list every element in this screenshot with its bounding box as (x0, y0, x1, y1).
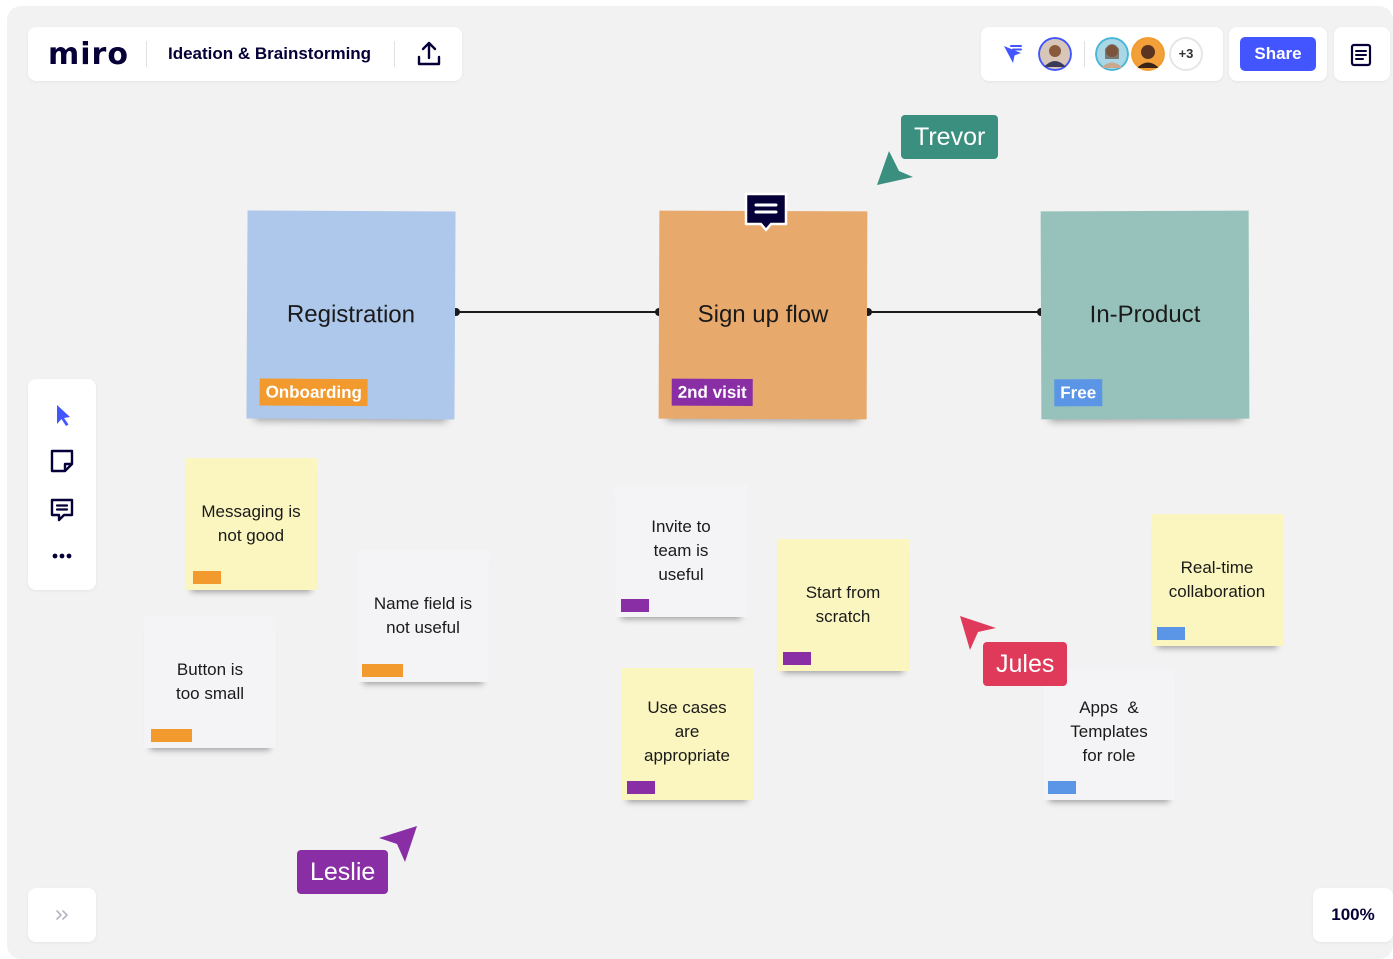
more-collaborators-count[interactable]: +3 (1169, 37, 1203, 71)
cursor-label-leslie: Leslie (297, 850, 389, 894)
sticky-line: Invite to (651, 517, 711, 536)
share-panel: Share (1229, 27, 1327, 81)
sticky-line: not good (217, 526, 285, 545)
sticky-text: Button is too small (150, 658, 270, 706)
sticky-note[interactable]: Messaging is not good (185, 458, 317, 590)
sticky-tag-chip[interactable] (627, 781, 655, 794)
board-title[interactable]: Ideation & Brainstorming (168, 44, 371, 64)
notes-icon[interactable] (1350, 43, 1372, 67)
stage-title: In-Product (1089, 300, 1201, 329)
stage-title: Sign up flow (697, 300, 829, 329)
sticky-note[interactable]: Use cases are appropriate (621, 668, 753, 800)
tag-2nd-visit[interactable]: 2nd visit (671, 378, 753, 406)
sticky-tag-chip[interactable] (1157, 627, 1185, 640)
sticky-line: not useful (386, 618, 460, 637)
avatar[interactable] (1095, 37, 1129, 71)
sticky-text: Use cases are appropriate (627, 696, 747, 768)
cursor-label-trevor: Trevor (901, 115, 999, 159)
sticky-text: Name field is not useful (363, 592, 483, 640)
sticky-text: Apps & Templates for role (1049, 696, 1169, 768)
left-toolbar (28, 379, 96, 590)
divider (146, 41, 147, 67)
share-button[interactable]: Share (1240, 37, 1316, 71)
sticky-text: Invite to team is useful (621, 515, 741, 587)
sticky-tag-chip[interactable] (151, 729, 192, 742)
notes-panel (1334, 27, 1390, 81)
sticky-text: Start from scratch (783, 581, 903, 629)
sticky-line: collaboration (1168, 582, 1266, 601)
follow-icon[interactable] (1001, 43, 1023, 65)
sticky-line: Start from (805, 583, 881, 602)
more-icon[interactable] (47, 541, 77, 571)
sticky-note[interactable]: Apps & Templates for role (1043, 668, 1175, 800)
sticky-text: Messaging is not good (191, 500, 311, 548)
cursor-icon[interactable] (47, 400, 77, 430)
zoom-control[interactable]: 100% (1313, 888, 1393, 942)
miro-logo[interactable]: miro (48, 37, 129, 72)
sticky-tag-chip[interactable] (783, 652, 811, 665)
sticky-line: Button is (176, 660, 244, 679)
zoom-level[interactable]: 100% (1313, 905, 1393, 925)
sticky-line: Templates (1070, 722, 1148, 741)
sticky-line: Name field is (373, 594, 473, 613)
sticky-line: useful (658, 565, 704, 584)
stage-sticky-registration[interactable]: Registration Onboarding (246, 210, 456, 420)
divider (1084, 41, 1085, 67)
stage-sticky-sign-up-flow[interactable]: Sign up flow 2nd visit (658, 210, 868, 420)
avatar[interactable] (1038, 37, 1072, 71)
sticky-line: Apps & (1079, 698, 1139, 717)
sticky-line: Real-time (1180, 558, 1254, 577)
canvas[interactable]: miro Ideation & Brainstorming +3 Share R… (7, 6, 1393, 959)
sticky-line: scratch (815, 607, 871, 626)
sticky-note[interactable]: Start from scratch (777, 539, 909, 671)
upload-icon[interactable] (416, 40, 442, 68)
sticky-text: Real-time collaboration (1157, 556, 1277, 604)
collaborators-bar: +3 (981, 27, 1223, 81)
tag-free[interactable]: Free (1054, 379, 1103, 407)
sticky-tag-chip[interactable] (621, 599, 649, 612)
comment-icon[interactable] (47, 495, 77, 525)
sticky-line: too small (175, 684, 245, 703)
sticky-line: for role (1082, 746, 1136, 765)
comment-marker-icon[interactable] (743, 191, 789, 233)
cursor-label-jules: Jules (983, 642, 1068, 686)
sticky-note-icon[interactable] (47, 446, 77, 476)
sticky-line: appropriate (643, 746, 730, 765)
sticky-tag-chip[interactable] (1048, 781, 1076, 794)
avatar[interactable] (1131, 37, 1165, 71)
sticky-note[interactable]: Real-time collaboration (1151, 514, 1283, 646)
board-header: miro Ideation & Brainstorming (28, 27, 462, 81)
double-chevron-right-icon[interactable] (54, 909, 70, 921)
tag-onboarding[interactable]: Onboarding (259, 378, 368, 407)
sticky-line: team is (653, 541, 709, 560)
divider (394, 41, 395, 67)
sticky-note[interactable]: Name field is not useful (357, 550, 489, 682)
sticky-line: are (674, 722, 700, 741)
sticky-line: Messaging is (201, 502, 301, 521)
sticky-tag-chip[interactable] (193, 571, 221, 584)
sticky-tag-chip[interactable] (362, 664, 403, 677)
sticky-note[interactable]: Button is too small (144, 616, 276, 748)
stage-title: Registration (286, 300, 416, 329)
sticky-note[interactable]: Invite to team is useful (615, 485, 747, 617)
expand-panel[interactable] (28, 888, 96, 942)
stage-sticky-in-product[interactable]: In-Product Free (1040, 210, 1250, 420)
sticky-line: Use cases (647, 698, 727, 717)
